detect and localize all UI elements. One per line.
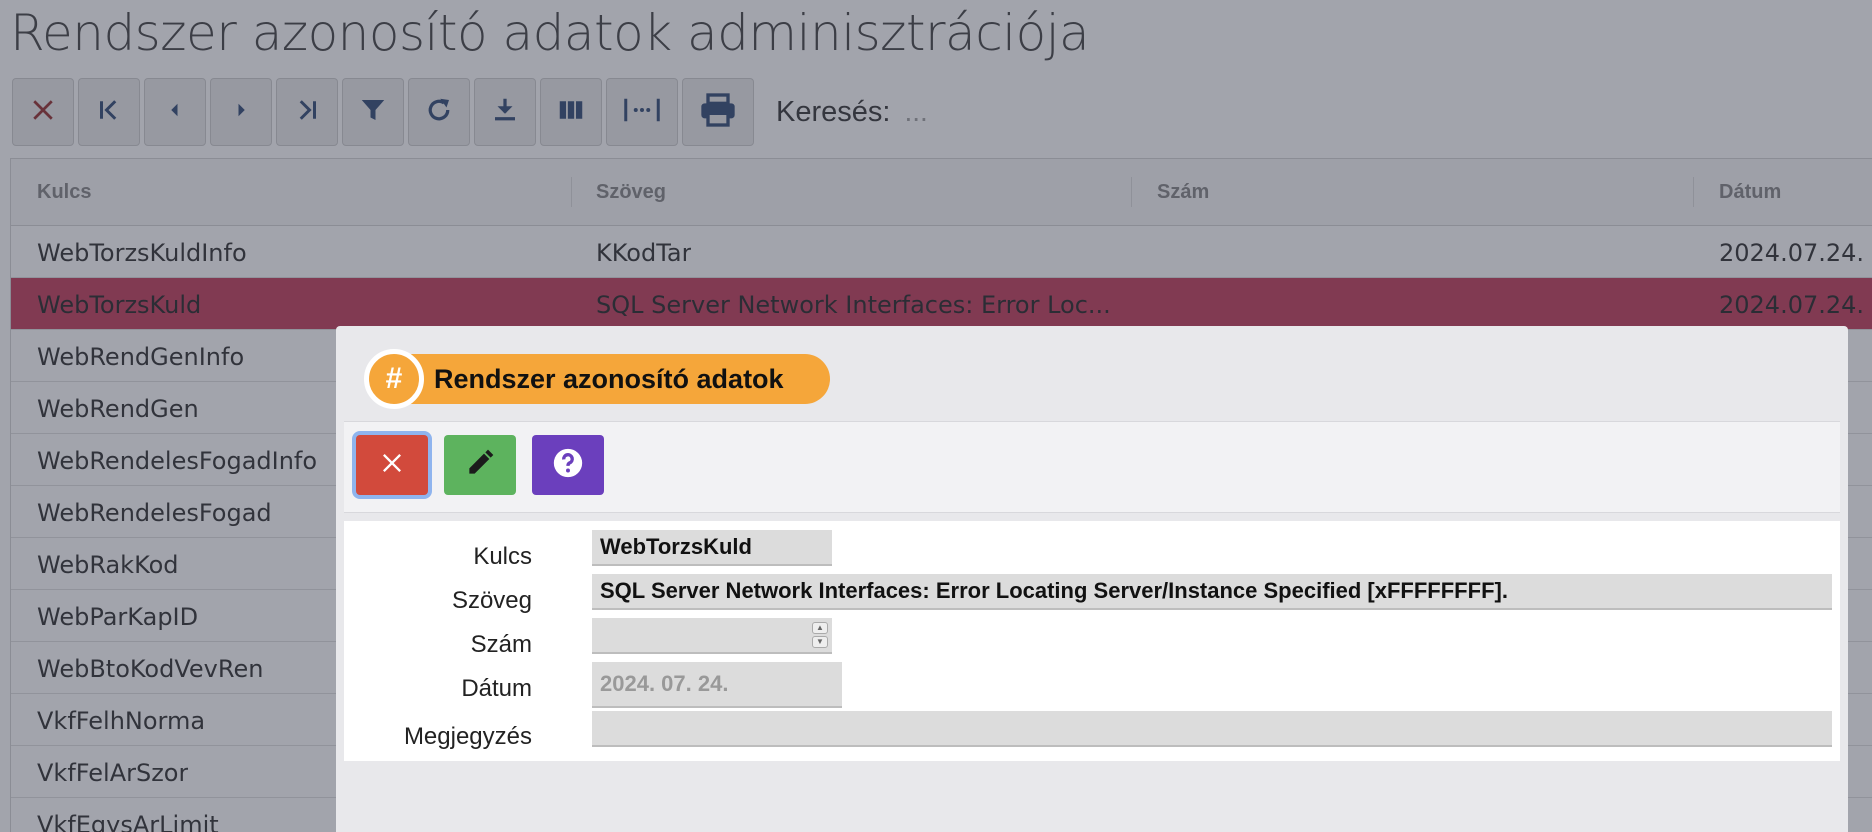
datum-label: Dátum [461,675,532,702]
szoveg-label: Szöveg [451,587,532,614]
megjegyzes-label: Megjegyzés [403,723,532,750]
number-stepper[interactable]: ▲ ▼ [812,622,828,648]
szam-label: Szám [470,631,532,658]
record-form: Kulcs WebTorzsKuld Szöveg SQL Server Net… [344,521,1840,761]
hash-icon: # [364,349,424,409]
dialog-help-button[interactable] [532,435,604,495]
dialog-title: Rendszer azonosító adatok [434,363,784,394]
dialog-toolbar [344,421,1840,513]
pencil-icon [464,447,496,484]
help-icon [551,446,585,485]
dialog-edit-button[interactable] [444,435,516,495]
kulcs-label: Kulcs [473,543,532,570]
megjegyzes-field[interactable] [592,711,1832,747]
szoveg-field[interactable]: SQL Server Network Interfaces: Error Loc… [592,574,1832,610]
record-dialog: # Rendszer azonosító adatok Kulcs WebTor… [336,326,1848,832]
stepper-up-icon[interactable]: ▲ [812,622,828,634]
dialog-title-badge: # Rendszer azonosító adatok [364,349,830,409]
kulcs-field[interactable]: WebTorzsKuld [592,530,832,566]
datum-field[interactable]: 2024. 07. 24. [592,662,842,708]
stepper-down-icon[interactable]: ▼ [812,636,828,648]
szam-field[interactable]: ▲ ▼ [592,618,832,654]
dialog-close-button[interactable] [356,435,428,495]
close-icon [378,449,406,482]
